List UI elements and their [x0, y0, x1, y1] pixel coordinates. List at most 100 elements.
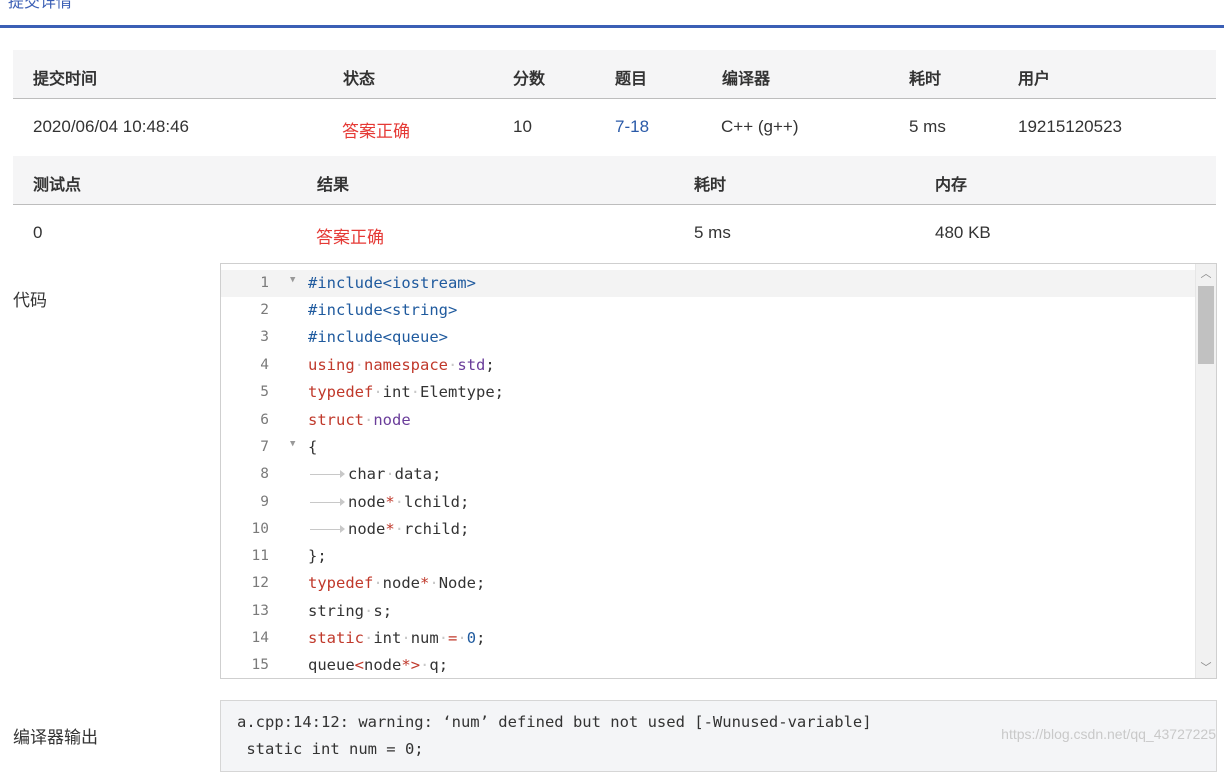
line-number: 13 — [251, 603, 269, 619]
code-token: * — [401, 656, 411, 674]
code-token: node — [364, 656, 402, 674]
code-token: { — [308, 438, 318, 456]
code-token: struct — [308, 411, 364, 429]
code-token: static — [308, 629, 364, 647]
line-number: 2 — [260, 302, 269, 318]
code-token: ; — [485, 356, 495, 374]
code-token: node — [382, 574, 420, 592]
code-token: ; — [432, 465, 442, 483]
problem-link[interactable]: 7-18 — [615, 117, 649, 137]
code-line: 2 #include<string> — [221, 297, 1196, 324]
code-token: Node — [438, 574, 477, 592]
code-token: * — [385, 520, 395, 538]
col-score: 分数 — [513, 71, 546, 88]
col-result: 结果 — [317, 177, 350, 194]
scroll-up-icon[interactable]: ︿ — [1200, 268, 1212, 280]
line-number: 11 — [251, 548, 269, 564]
fold-arrow-icon[interactable]: ▼ — [290, 275, 295, 285]
code-line: 9 →node*·lchild; — [221, 489, 1196, 516]
scroll-down-icon[interactable]: ﹀ — [1200, 662, 1212, 674]
code-token: ; — [494, 383, 505, 401]
testcase-table-header: 测试点 结果 耗时 内存 — [13, 156, 1216, 205]
code-token: 0 — [466, 629, 477, 647]
table-row: 2020/06/04 10:48:46 答案正确 10 7-18 C++ (g+… — [13, 99, 1216, 154]
col-submit-time: 提交时间 — [33, 71, 98, 88]
code-scrollbar[interactable]: ︿ ﹀ — [1195, 264, 1216, 678]
code-token: * — [420, 574, 430, 592]
line-number: 5 — [260, 384, 269, 400]
code-token: int — [382, 383, 411, 401]
code-token: Elemtype — [420, 383, 495, 401]
code-editor[interactable]: 1 ▼ #include<iostream> 2 #include<string… — [220, 263, 1217, 679]
col-compiler: 编译器 — [722, 71, 771, 88]
elapsed-value: 5 ms — [909, 117, 946, 136]
code-token: char — [348, 465, 386, 483]
code-token: q — [429, 656, 439, 674]
code-line: 5 typedef·int·Elemtype; — [221, 379, 1196, 406]
code-token: string — [308, 602, 364, 620]
code-line: 13 string·s; — [221, 598, 1196, 625]
col-elapsed: 耗时 — [694, 177, 727, 194]
testcase-table: 测试点 结果 耗时 内存 0 答案正确 5 ms 480 KB — [13, 156, 1216, 262]
table-row: 0 答案正确 5 ms 480 KB — [13, 205, 1216, 260]
code-token: ; — [382, 602, 393, 620]
code-token: lchild — [404, 493, 461, 511]
line-number: 1 — [260, 275, 269, 291]
watermark-text: https://blog.csdn.net/qq_43727225 — [1001, 726, 1216, 742]
code-token: data — [394, 465, 432, 483]
code-label: 代码 — [13, 291, 47, 310]
line-number: 3 — [260, 329, 269, 345]
col-user: 用户 — [1018, 71, 1051, 88]
line-number: 15 — [251, 657, 269, 673]
compiler-output-line: static int num = 0; — [237, 740, 424, 758]
code-token: ; — [438, 656, 449, 674]
line-number: 7 — [260, 439, 269, 455]
testcase-id: 0 — [33, 223, 43, 242]
submission-table: 提交时间 状态 分数 题目 编译器 耗时 用户 2020/06/04 10:48… — [13, 50, 1216, 154]
code-token: = — [448, 629, 458, 647]
line-number: 10 — [251, 521, 269, 537]
col-elapsed: 耗时 — [909, 71, 942, 88]
result-badge: 答案正确 — [316, 228, 384, 247]
code-token: typedef — [308, 574, 374, 592]
code-token: queue — [308, 656, 355, 674]
code-token: node — [348, 520, 386, 538]
code-token: num — [410, 629, 439, 647]
fold-arrow-icon[interactable]: ▼ — [290, 439, 295, 449]
code-token: > — [410, 656, 421, 674]
code-token: rchild — [404, 520, 461, 538]
code-token: using — [308, 356, 355, 374]
code-token: }; — [308, 547, 327, 565]
memory-value: 480 KB — [935, 223, 991, 242]
code-token: typedef — [308, 383, 374, 401]
code-line: 7 ▼ { — [221, 434, 1196, 461]
code-token: ; — [476, 629, 486, 647]
top-header: 提交详情 — [0, 0, 1224, 30]
code-line: 15 queue<node*>·q; — [221, 652, 1196, 678]
col-testcase: 测试点 — [33, 177, 82, 194]
submit-time: 2020/06/04 10:48:46 — [33, 117, 189, 136]
code-line: 12 typedef·node*·Node; — [221, 570, 1196, 597]
header-divider — [0, 25, 1224, 28]
code-line: 3 #include<queue> — [221, 324, 1196, 351]
code-token: node — [348, 493, 386, 511]
code-line: 8 →char·data; — [221, 461, 1196, 488]
code-token: #include<string> — [308, 301, 458, 319]
scroll-thumb[interactable] — [1198, 286, 1214, 364]
tab-marker-icon: → — [308, 465, 348, 483]
col-memory: 内存 — [935, 177, 968, 194]
code-token: ; — [460, 493, 470, 511]
compiler-output-label: 编译器输出 — [13, 728, 98, 747]
code-line: 14 static·int·num·=·0; — [221, 625, 1196, 652]
score-value: 10 — [513, 117, 532, 136]
code-line: 11 }; — [221, 543, 1196, 570]
line-number: 4 — [260, 357, 269, 373]
line-number: 6 — [260, 412, 269, 428]
submission-table-header: 提交时间 状态 分数 题目 编译器 耗时 用户 — [13, 50, 1216, 99]
code-line: 1 ▼ #include<iostream> — [221, 270, 1196, 297]
page-title-clipped: 提交详情 — [8, 0, 73, 11]
line-number: 9 — [260, 494, 269, 510]
code-line: 10 →node*·rchild; — [221, 516, 1196, 543]
code-token: #include<iostream> — [308, 274, 476, 292]
user-value: 19215120523 — [1018, 117, 1123, 136]
